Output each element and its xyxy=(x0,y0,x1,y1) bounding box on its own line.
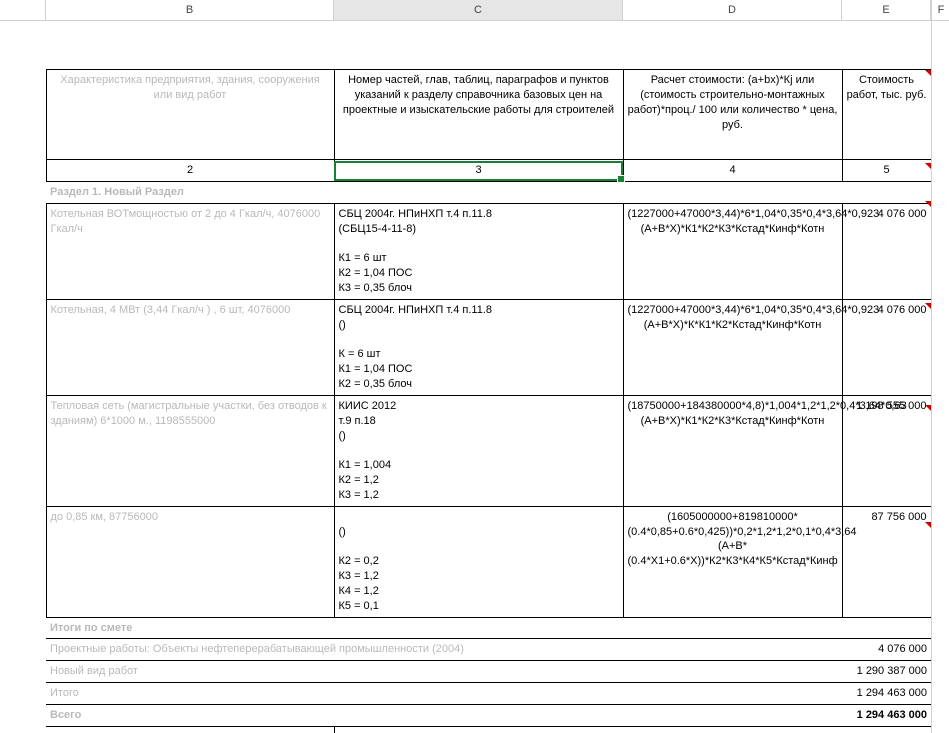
num-E: 5 xyxy=(842,160,931,182)
num-D: 4 xyxy=(623,160,842,182)
totals-line4-label: Всего xyxy=(46,705,842,727)
trailing-row xyxy=(0,726,931,733)
row3-B: Тепловая сеть (магистральные участки, бе… xyxy=(46,395,334,506)
number-row: 2 3 4 5 xyxy=(0,160,931,182)
column-letters-row: B C D E xyxy=(0,0,949,21)
row1-C: СБЦ 2004г. НПиНХП т.4 п.11.8 (СБЦ15-4-11… xyxy=(334,203,623,299)
header-D: Расчет стоимости: (a+bx)*Кj или (стоимос… xyxy=(623,70,842,160)
row2-C: СБЦ 2004г. НПиНХП т.4 п.11.8 () К = 6 шт… xyxy=(334,299,623,395)
row4-C: () К2 = 0,2 К3 = 1,2 К4 = 1,2 К5 = 0,1 xyxy=(334,506,623,617)
comment-indicator-icon xyxy=(925,201,931,207)
header-C[interactable]: Номер частей, глав, таблиц, параграфов и… xyxy=(334,70,623,160)
col-header-F[interactable]: F xyxy=(932,0,949,21)
row1-B: Котельная ВОТмощностью от 2 до 4 Гкал/ч,… xyxy=(46,203,334,299)
totals-line2-label: Новый вид работ xyxy=(46,661,842,683)
col-F-sliver: F xyxy=(931,0,949,733)
row3-C: КИИС 2012 т.9 п.18 () К1 = 1,004 К2 = 1,… xyxy=(334,395,623,506)
comment-indicator-icon xyxy=(925,70,931,76)
totals-row: Всего 1 294 463 000 xyxy=(0,705,931,727)
totals-row: Новый вид работ 1 290 387 000 xyxy=(0,661,931,683)
comment-indicator-icon xyxy=(925,163,931,169)
data-row: до 0,85 км, 87756000 () К2 = 0,2 К3 = 1,… xyxy=(0,506,931,617)
totals-title: Итоги по смете xyxy=(46,617,842,639)
totals-line1-value: 4 076 000 xyxy=(842,639,931,661)
section-title-row: Раздел 1. Новый Раздел xyxy=(0,181,931,203)
spreadsheet-table: Характеристика предприятия, здания, соор… xyxy=(0,69,932,733)
totals-row: Проектные работы: Объекты нефтеперерабат… xyxy=(0,639,931,661)
col-header-C[interactable]: C xyxy=(334,0,623,20)
row1-D: (1227000+47000*3,44)*6*1,04*0,35*0,4*3,6… xyxy=(623,203,842,299)
data-row: Тепловая сеть (магистральные участки, бе… xyxy=(0,395,931,506)
totals-title-row: Итоги по смете xyxy=(0,617,931,639)
row3-D: (18750000+184380000*4,8)*1,004*1,2*1,2*0… xyxy=(623,395,842,506)
totals-line3-label: Итого xyxy=(46,683,842,705)
row4-E: 87 756 000 xyxy=(842,506,931,617)
num-C: 3 xyxy=(334,160,623,182)
totals-row: Итого 1 294 463 000 xyxy=(0,683,931,705)
comment-indicator-icon xyxy=(925,522,931,528)
comment-indicator-icon xyxy=(925,405,931,411)
header-row: Характеристика предприятия, здания, соор… xyxy=(0,70,931,160)
col-header-gutter xyxy=(0,0,46,20)
data-row: Котельная ВОТмощностью от 2 до 4 Гкал/ч,… xyxy=(0,203,931,299)
comment-indicator-icon xyxy=(925,303,931,309)
data-row: Котельная, 4 МВт (3,44 Гкал/ч ) , 6 шт, … xyxy=(0,299,931,395)
row2-B: Котельная, 4 МВт (3,44 Гкал/ч ) , 6 шт, … xyxy=(46,299,334,395)
header-E: Стоимость работ, тыс. руб. xyxy=(842,70,931,160)
totals-line4-value: 1 294 463 000 xyxy=(842,705,931,727)
col-header-D[interactable]: D xyxy=(623,0,842,20)
row4-D: (1605000000+819810000*(0.4*0,85+0.6*0,42… xyxy=(623,506,842,617)
totals-line1-label: Проектные работы: Объекты нефтеперерабат… xyxy=(46,639,842,661)
col-header-B[interactable]: B xyxy=(46,0,334,20)
row3-E: 1 198 555 000 xyxy=(842,395,931,506)
col-header-E[interactable]: E xyxy=(842,0,931,20)
header-B: Характеристика предприятия, здания, соор… xyxy=(46,70,334,160)
row2-D: (1227000+47000*3,44)*6*1,04*0,35*0,4*3,6… xyxy=(623,299,842,395)
num-B: 2 xyxy=(46,160,334,182)
totals-line2-value: 1 290 387 000 xyxy=(842,661,931,683)
row4-B: до 0,85 км, 87756000 xyxy=(46,506,334,617)
section-title: Раздел 1. Новый Раздел xyxy=(46,181,931,203)
totals-line3-value: 1 294 463 000 xyxy=(842,683,931,705)
